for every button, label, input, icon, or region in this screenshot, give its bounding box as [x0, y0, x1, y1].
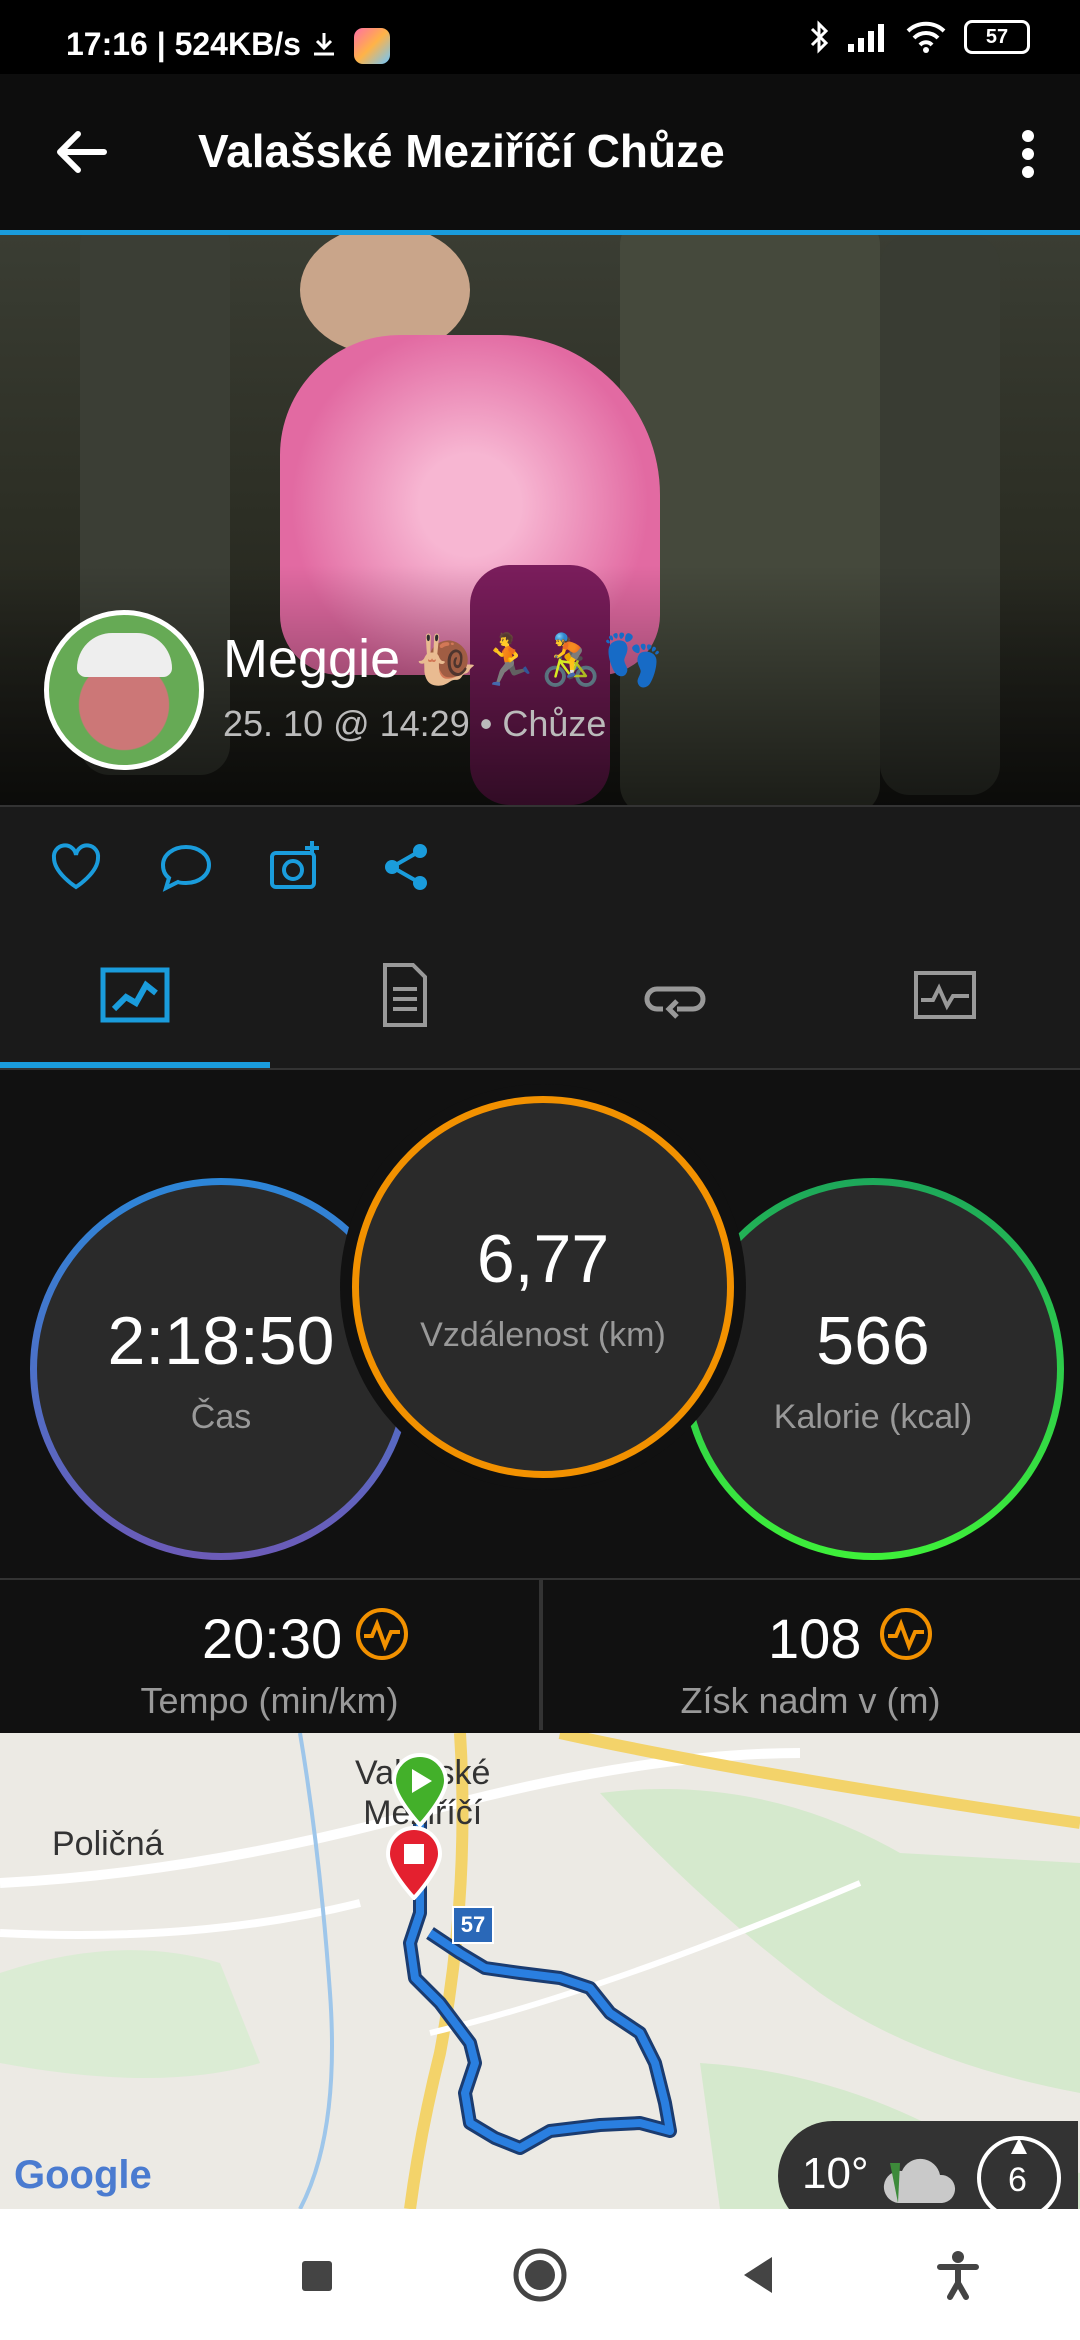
- more-options-icon[interactable]: [1020, 130, 1036, 178]
- download-icon: [314, 33, 334, 56]
- accessibility-icon[interactable]: [930, 2247, 986, 2303]
- distance-label: Vzdálenost (km): [420, 1315, 666, 1354]
- like-heart-icon[interactable]: [48, 839, 104, 895]
- distance-value: 6,77: [476, 1220, 610, 1297]
- signal-icon: [848, 24, 884, 52]
- avatar-hat: [77, 633, 172, 677]
- system-nav-bar: [0, 2209, 1080, 2340]
- calories-value: 566: [816, 1302, 930, 1379]
- overview-icon: [100, 967, 170, 1023]
- pace-value: 20:30: [202, 1607, 343, 1670]
- calories-stat-circle: 566 Kalorie (kcal): [682, 1178, 1064, 1560]
- road-number-badge: 57: [452, 1906, 494, 1944]
- wind-speed: 6: [1008, 2161, 1027, 2199]
- calories-label: Kalorie (kcal): [773, 1397, 973, 1436]
- start-marker-icon: [391, 1753, 449, 1827]
- status-icons: 57: [808, 20, 1030, 54]
- details-document-icon: [383, 963, 427, 1027]
- route-map[interactable]: Valašské Meziříčí Poličná 57 Google 10° …: [0, 1733, 1080, 2209]
- metrics-divider: [539, 1578, 543, 1730]
- elevation-metric: 108 Získ nadm v (m): [541, 1580, 1080, 1732]
- time-label: Čas: [190, 1397, 252, 1436]
- recents-square-icon[interactable]: [288, 2247, 344, 2303]
- user-avatar[interactable]: [44, 610, 204, 770]
- pace-badge-icon: [356, 1608, 408, 1660]
- status-bar: 17:16 | 524KB/s 57: [0, 0, 1080, 74]
- bluetooth-icon: [810, 20, 829, 54]
- weather-widget[interactable]: 10° 6: [778, 2121, 1078, 2209]
- activity-user-line: Meggie 🐌🏃🚴👣: [223, 628, 664, 690]
- finish-marker-icon: [385, 1826, 443, 1900]
- status-time: 17:16 | 524KB/s: [66, 26, 301, 62]
- back-arrow-icon[interactable]: [50, 128, 110, 176]
- google-logo: Google: [14, 2153, 152, 2197]
- share-icon[interactable]: [378, 839, 434, 895]
- home-circle-icon[interactable]: [512, 2247, 568, 2303]
- activity-date-type: 25. 10 @ 14:29 • Chůze: [223, 703, 607, 744]
- comment-icon[interactable]: [158, 839, 214, 895]
- distance-stat-circle: 6,77 Vzdálenost (km): [352, 1096, 734, 1478]
- pace-metric: 20:30 Tempo (min/km): [0, 1580, 539, 1732]
- add-photo-icon[interactable]: [268, 839, 324, 895]
- app-bar: Valašské Meziříčí Chůze: [0, 74, 1080, 230]
- user-name[interactable]: Meggie: [223, 629, 400, 689]
- social-actions-bar: [0, 805, 1080, 924]
- charts-icon: [914, 971, 976, 1019]
- activity-tabs: [0, 922, 1080, 1070]
- stats-panel: 2:18:50 Čas 566 Kalorie (kcal) 6,77 Vzdá…: [0, 1070, 1080, 1575]
- elevation-badge-icon: [880, 1608, 932, 1660]
- tab-overview[interactable]: [0, 922, 270, 1068]
- laps-loop-icon: [644, 986, 706, 1019]
- user-emoji-badges: 🐌🏃🚴👣: [415, 632, 665, 688]
- tab-laps[interactable]: [540, 922, 810, 1068]
- map-village-label: Poličná: [52, 1825, 164, 1863]
- app-notification-icon: [354, 28, 390, 64]
- elevation-value: 108: [768, 1607, 862, 1670]
- weather-cloud-icon: [883, 2158, 956, 2203]
- elevation-label: Získ nadm v (m): [680, 1680, 941, 1721]
- back-triangle-icon[interactable]: [732, 2247, 788, 2303]
- tab-active-indicator: [0, 1062, 270, 1068]
- battery-indicator: 57: [964, 20, 1030, 54]
- pace-label: Tempo (min/km): [140, 1680, 399, 1721]
- page-title: Valašské Meziříčí Chůze: [198, 125, 725, 177]
- time-value: 2:18:50: [107, 1302, 335, 1379]
- tab-details[interactable]: [270, 922, 540, 1068]
- tab-charts[interactable]: [810, 922, 1080, 1068]
- wifi-icon: [906, 21, 946, 53]
- time-stat-circle: 2:18:50 Čas: [30, 1178, 412, 1560]
- weather-temperature: 10°: [802, 2149, 869, 2198]
